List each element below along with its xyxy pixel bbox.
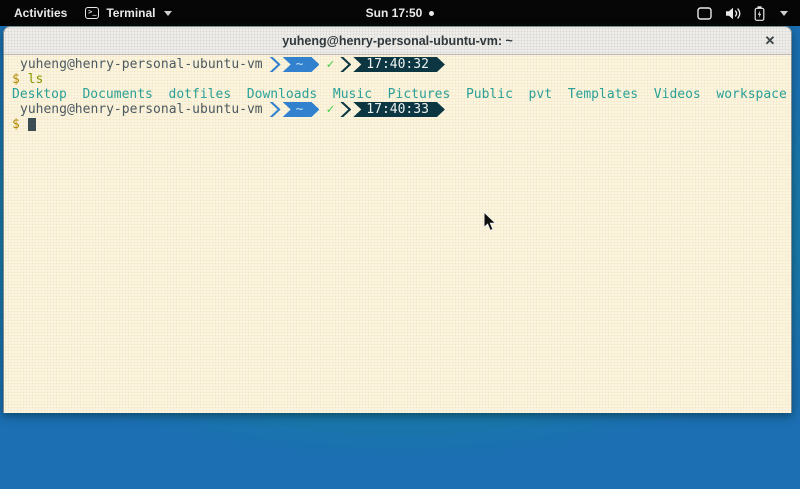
window-titlebar[interactable]: yuheng@henry-personal-ubuntu-vm: ~ ✕ — [4, 27, 791, 55]
prompt-dollar: $ — [12, 117, 20, 132]
desktop: { "topbar": { "activities_label": "Activ… — [0, 0, 800, 489]
check-icon: ✓ — [326, 57, 334, 72]
battery-charging-icon — [754, 6, 765, 21]
powerline-chevron-icon — [270, 102, 281, 117]
prompt-line: yuheng@henry-personal-ubuntu-vm ~ ✓ 17:4… — [12, 57, 791, 72]
screen-icon — [697, 7, 712, 20]
prompt-user-host: yuheng@henry-personal-ubuntu-vm — [20, 57, 263, 72]
terminal-icon: >_ — [85, 7, 99, 19]
volume-icon — [725, 7, 741, 20]
chevron-down-icon — [780, 11, 788, 16]
prompt-dollar: $ — [12, 72, 20, 87]
powerline-chevron-icon — [270, 57, 281, 72]
check-icon: ✓ — [326, 102, 334, 117]
input-line[interactable]: $ — [12, 117, 791, 132]
terminal-screen[interactable]: yuheng@henry-personal-ubuntu-vm ~ ✓ 17:4… — [4, 55, 791, 413]
prompt-line: yuheng@henry-personal-ubuntu-vm ~ ✓ 17:4… — [12, 102, 791, 117]
top-bar: Activities >_ Terminal Sun 17:50 — [0, 0, 800, 26]
powerline-chevron-icon — [340, 57, 351, 72]
powerline-dir-segment: ~ — [283, 57, 320, 72]
prompt-time: 17:40:32 — [366, 57, 429, 72]
clock-label: Sun 17:50 — [366, 6, 423, 20]
prompt-time: 17:40:33 — [366, 102, 429, 117]
activities-button[interactable]: Activities — [10, 4, 71, 22]
close-button[interactable]: ✕ — [759, 27, 781, 55]
ls-output: Desktop Documents dotfiles Downloads Mus… — [12, 87, 791, 102]
command-line: $ ls — [12, 72, 791, 87]
command-text: ls — [28, 72, 44, 87]
app-menu-label: Terminal — [106, 6, 155, 20]
terminal-window: yuheng@henry-personal-ubuntu-vm: ~ ✕ yuh… — [3, 26, 792, 413]
prompt-dir: ~ — [296, 57, 304, 72]
clock-button[interactable]: Sun 17:50 — [366, 6, 435, 20]
prompt-user-host: yuheng@henry-personal-ubuntu-vm — [20, 102, 263, 117]
window-title: yuheng@henry-personal-ubuntu-vm: ~ — [282, 34, 513, 48]
powerline-time-segment: 17:40:33 — [353, 102, 445, 117]
notification-dot-icon — [429, 11, 434, 16]
caret-down-icon — [164, 11, 172, 16]
app-menu-terminal[interactable]: >_ Terminal — [85, 6, 172, 20]
powerline-dir-segment: ~ — [283, 102, 320, 117]
text-cursor — [28, 118, 36, 131]
prompt-dir: ~ — [296, 102, 304, 117]
system-status-area[interactable] — [697, 6, 800, 21]
powerline-time-segment: 17:40:32 — [353, 57, 445, 72]
powerline-chevron-icon — [340, 102, 351, 117]
